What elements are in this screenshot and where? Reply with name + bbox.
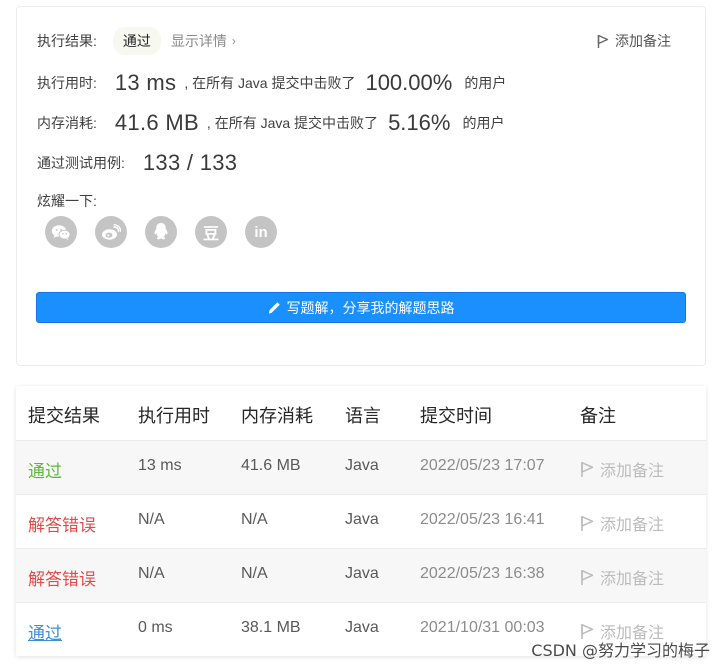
weibo-icon[interactable] — [95, 216, 127, 248]
submission-memory: N/A — [241, 565, 268, 582]
show-details-link[interactable]: 显示详情 › — [171, 31, 236, 51]
tests-value: 133 / 133 — [142, 150, 238, 175]
runtime-value: 13 ms — [114, 70, 177, 95]
status-badge: 通过 — [112, 27, 161, 55]
submission-runtime: N/A — [138, 565, 165, 582]
runtime-row: 执行用时: 13 ms , 在所有 Java 提交中击败了 100.00% 的用… — [37, 67, 506, 99]
memory-label: 内存消耗: — [37, 115, 97, 131]
add-note-label: 添加备注 — [600, 463, 665, 480]
flag-icon — [597, 34, 609, 48]
memory-beat-text: , 在所有 Java 提交中击败了 — [206, 115, 379, 131]
memory-value: 41.6 MB — [114, 110, 199, 135]
submission-language: Java — [345, 565, 379, 582]
douban-icon[interactable]: 豆 — [195, 216, 227, 248]
table-row[interactable]: 通过 13 ms 41.6 MB Java 2022/05/23 17:07 添… — [16, 440, 706, 494]
pencil-icon — [268, 301, 281, 314]
tests-label: 通过测试用例: — [37, 155, 125, 171]
runtime-percent: 100.00% — [365, 70, 453, 95]
submission-runtime: 0 ms — [138, 619, 173, 636]
runtime-label: 执行用时: — [37, 75, 97, 91]
flag-icon — [581, 515, 594, 531]
submission-language: Java — [345, 457, 379, 474]
col-header-submit-time: 提交时间 — [420, 406, 492, 426]
linkedin-icon[interactable]: in — [245, 216, 277, 248]
add-note-button[interactable]: 添加备注 — [580, 457, 664, 481]
col-header-runtime: 执行用时 — [138, 406, 210, 426]
submission-runtime: 13 ms — [138, 457, 182, 474]
submission-language: Java — [345, 511, 379, 528]
douban-glyph: 豆 — [202, 224, 219, 243]
col-header-memory: 内存消耗 — [241, 406, 313, 426]
runtime-beat-text: , 在所有 Java 提交中击败了 — [184, 75, 356, 91]
submissions-table: 提交结果 执行用时 内存消耗 语言 提交时间 备注 通过 13 ms 41.6 … — [16, 386, 706, 656]
status-label: 执行结果: — [37, 33, 97, 49]
flag-icon — [581, 461, 594, 477]
submission-time: 2022/05/23 17:07 — [420, 457, 545, 474]
col-header-status: 提交结果 — [28, 406, 100, 426]
add-note-button[interactable]: 添加备注 — [580, 565, 664, 589]
submission-status-link[interactable]: 通过 — [28, 619, 62, 644]
status-row: 执行结果: 通过 显示详情 › — [37, 27, 236, 55]
col-header-note: 备注 — [580, 406, 616, 426]
memory-percent: 5.16% — [388, 110, 451, 135]
submission-memory: N/A — [241, 511, 268, 528]
table-header: 提交结果 执行用时 内存消耗 语言 提交时间 备注 — [16, 386, 706, 440]
memory-suffix: 的用户 — [462, 115, 505, 131]
add-note-button[interactable]: 添加备注 — [597, 31, 671, 51]
add-note-label: 添加备注 — [615, 33, 671, 49]
submission-time: 2021/10/31 00:03 — [420, 619, 545, 636]
add-note-button[interactable]: 添加备注 — [580, 511, 664, 535]
submission-result-card: 执行结果: 通过 显示详情 › 添加备注 执行用时: 13 ms , 在所有 J… — [16, 6, 706, 366]
submission-time: 2022/05/23 16:38 — [420, 565, 545, 582]
linkedin-glyph: in — [254, 223, 268, 241]
table-row[interactable]: 解答错误 N/A N/A Java 2022/05/23 16:38 添加备注 — [16, 548, 706, 602]
col-header-language: 语言 — [345, 406, 381, 426]
tests-row: 通过测试用例: 133 / 133 — [37, 147, 245, 179]
add-note-label: 添加备注 — [600, 571, 665, 588]
submission-status-link[interactable]: 解答错误 — [28, 565, 96, 590]
qq-icon[interactable] — [145, 216, 177, 248]
show-details-label: 显示详情 — [170, 33, 227, 49]
flag-icon — [581, 569, 594, 585]
share-icons: 豆 in — [45, 216, 277, 248]
table-row[interactable]: 解答错误 N/A N/A Java 2022/05/23 16:41 添加备注 — [16, 494, 706, 548]
add-note-label: 添加备注 — [600, 517, 665, 534]
wechat-icon[interactable] — [45, 216, 77, 248]
submission-status-link[interactable]: 解答错误 — [28, 511, 96, 536]
csdn-watermark: CSDN @努力学习的梅子 — [531, 641, 710, 660]
chevron-right-icon: › — [231, 34, 236, 48]
submission-time: 2022/05/23 16:41 — [420, 511, 545, 528]
submission-status-link[interactable]: 通过 — [28, 457, 62, 482]
write-solution-button[interactable]: 写题解，分享我的解题思路 — [36, 292, 686, 323]
submission-language: Java — [345, 619, 379, 636]
write-solution-label: 写题解，分享我的解题思路 — [286, 299, 455, 316]
submission-memory: 41.6 MB — [241, 457, 301, 474]
memory-row: 内存消耗: 41.6 MB , 在所有 Java 提交中击败了 5.16% 的用… — [37, 107, 504, 139]
submission-runtime: N/A — [138, 511, 165, 528]
submission-memory: 38.1 MB — [241, 619, 301, 636]
share-label: 炫耀一下: — [37, 193, 97, 209]
runtime-suffix: 的用户 — [464, 75, 507, 91]
